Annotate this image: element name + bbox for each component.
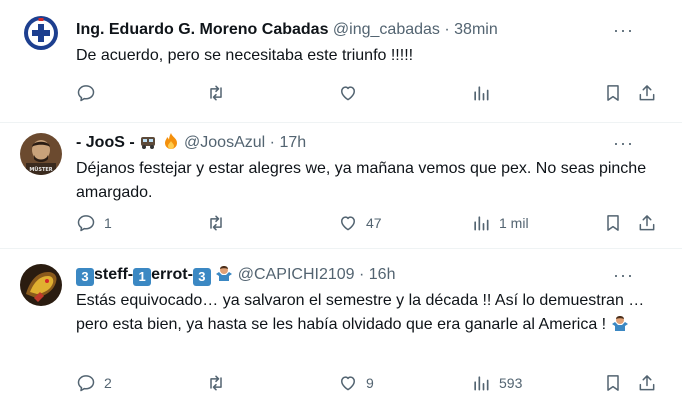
reply-button[interactable]: 2: [76, 372, 112, 394]
display-name-part: steff-: [94, 266, 134, 283]
separator: ·: [358, 266, 365, 283]
svg-text:MÜSTER: MÜSTER: [29, 166, 52, 173]
separator: ·: [269, 134, 275, 151]
more-icon[interactable]: ···: [613, 264, 634, 286]
views-icon: [474, 376, 489, 391]
like-icon: [341, 376, 355, 391]
reply-button[interactable]: [76, 82, 104, 104]
tweet-text-content: Estás equivocado… ya salvaron el semestr…: [76, 292, 645, 333]
views-button[interactable]: 593: [471, 372, 522, 394]
handle[interactable]: @JoosAzul: [184, 134, 265, 151]
share-button[interactable]: [637, 82, 657, 104]
reply-icon: [77, 375, 95, 392]
reply-feed: Ing. Eduardo G. Moreno Cabadas @ing_caba…: [0, 0, 682, 406]
display-name[interactable]: Ing. Eduardo G. Moreno Cabadas: [76, 21, 328, 38]
like-count: 9: [366, 375, 374, 391]
name-emojis: [139, 133, 184, 151]
retweet-button[interactable]: [206, 82, 234, 104]
tweet-text: Estás equivocado… ya salvaron el semestr…: [76, 289, 652, 337]
like-count: 47: [366, 215, 382, 231]
like-icon: [341, 86, 355, 101]
views-button[interactable]: [471, 82, 499, 104]
bookmark-icon: [607, 215, 619, 231]
tweet-2[interactable]: MÜSTER - JooS - @JoosAzul · 17h ··· Déja…: [0, 123, 682, 249]
share-button[interactable]: [637, 212, 657, 234]
retweet-button[interactable]: [206, 212, 234, 234]
views-icon: [474, 86, 489, 101]
tweet-actions: 2 9 593: [76, 372, 662, 394]
display-name[interactable]: 3 steff- 1 errot- 3: [76, 266, 215, 286]
tweet-actions: [76, 82, 662, 104]
share-button[interactable]: [637, 372, 657, 394]
handle[interactable]: @CAPICHI2109: [238, 266, 355, 283]
share-icon: [639, 375, 655, 391]
retweet-icon: [210, 215, 222, 231]
display-name[interactable]: - JooS -: [76, 134, 135, 151]
share-icon: [639, 215, 655, 231]
display-name-part: errot-: [151, 266, 193, 283]
train-emoji-icon: [141, 137, 156, 149]
profile-photo: MÜSTER: [20, 133, 62, 175]
fire-emoji-icon: [164, 133, 177, 149]
bookmark-icon: [607, 85, 619, 101]
retweet-button[interactable]: [206, 372, 234, 394]
bookmark-icon: [607, 375, 619, 391]
bookmark-button[interactable]: [603, 212, 623, 234]
reply-icon: [77, 215, 95, 232]
views-count: 1 mil: [499, 215, 529, 231]
tweet-1[interactable]: Ing. Eduardo G. Moreno Cabadas @ing_caba…: [0, 0, 682, 123]
person-shrugging-emoji-icon: [216, 266, 233, 281]
like-button[interactable]: 47: [338, 212, 382, 234]
avatar[interactable]: [20, 264, 62, 306]
person-shrugging-emoji-icon: [611, 316, 628, 331]
timestamp[interactable]: 16h: [369, 266, 396, 283]
retweet-icon: [210, 85, 222, 101]
keycap-three-icon: 3: [76, 268, 94, 286]
views-count: 593: [499, 375, 523, 391]
more-icon[interactable]: ···: [613, 132, 634, 154]
like-button[interactable]: [338, 82, 366, 104]
tweet-header: - JooS - @JoosAzul · 17h ···: [76, 132, 658, 154]
avatar[interactable]: MÜSTER: [20, 133, 62, 175]
handle[interactable]: @ing_cabadas: [333, 21, 440, 38]
avatar[interactable]: [20, 12, 62, 54]
timestamp[interactable]: 38min: [454, 21, 498, 38]
like-button[interactable]: 9: [338, 372, 374, 394]
reply-icon: [77, 85, 95, 102]
bookmark-button[interactable]: [603, 372, 623, 394]
bookmark-button[interactable]: [603, 82, 623, 104]
separator: ·: [444, 21, 450, 38]
cruz-azul-logo: [20, 12, 62, 54]
tweet-text: De acuerdo, pero se necesitaba este triu…: [76, 47, 414, 64]
reply-count: 1: [104, 215, 112, 231]
timestamp[interactable]: 17h: [279, 134, 306, 151]
keycap-one-icon: 1: [133, 268, 152, 286]
tweet-3[interactable]: 3 steff- 1 errot- 3 @CAPICHI2109 · 16h ··· E…: [0, 249, 682, 406]
profile-photo: [20, 264, 62, 306]
reply-count: 2: [104, 375, 112, 391]
reply-button[interactable]: 1: [76, 212, 112, 234]
retweet-icon: [210, 375, 222, 391]
tweet-header: Ing. Eduardo G. Moreno Cabadas @ing_caba…: [76, 19, 658, 41]
keycap-three-icon: 3: [192, 268, 211, 286]
views-icon: [474, 216, 489, 231]
views-button[interactable]: 1 mil: [471, 212, 529, 234]
tweet-header: 3 steff- 1 errot- 3 @CAPICHI2109 · 16h ···: [76, 264, 658, 286]
more-icon[interactable]: ···: [613, 19, 634, 41]
tweet-actions: 1 47 1 mil: [76, 212, 662, 234]
tweet-text: Déjanos festejar y estar alegres we, ya …: [76, 160, 647, 201]
like-icon: [341, 216, 355, 231]
share-icon: [639, 85, 655, 101]
